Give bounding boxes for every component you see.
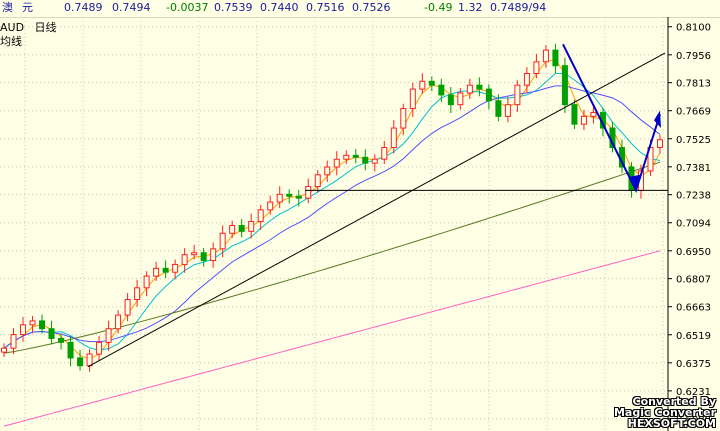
watermark-line-3: HEXSOFT.COM xyxy=(627,417,716,430)
candle-body xyxy=(153,267,160,277)
candle-body xyxy=(504,104,511,117)
candle-body xyxy=(124,298,131,316)
candle-body xyxy=(172,263,179,273)
candle-body xyxy=(390,127,397,149)
candle-body xyxy=(77,357,84,367)
candle-body xyxy=(67,341,74,359)
candle-body xyxy=(39,320,46,330)
candle-body xyxy=(400,108,407,129)
candle-body xyxy=(295,195,302,199)
candle-body xyxy=(552,49,559,67)
y-tick-label: 0.7956 xyxy=(676,51,711,62)
candle-body xyxy=(324,166,331,176)
candle-body xyxy=(210,248,217,262)
candle-body xyxy=(229,224,236,234)
y-tick-label: 0.7238 xyxy=(676,191,711,202)
y-tick-label: 0.6375 xyxy=(676,359,711,370)
ma-short-line xyxy=(3,58,661,360)
candle-body xyxy=(134,287,141,300)
candle-body xyxy=(1,347,7,353)
candle-body xyxy=(381,147,388,160)
candle-body xyxy=(105,328,112,343)
candle-body xyxy=(561,65,568,106)
candle-body xyxy=(48,328,55,339)
candle-body xyxy=(352,154,359,158)
candle-body xyxy=(10,334,17,349)
candle-body xyxy=(571,104,578,125)
y-tick-label: 0.6950 xyxy=(676,247,711,258)
candle-body xyxy=(200,252,207,262)
candle-body xyxy=(96,341,103,355)
y-tick-label: 0.6807 xyxy=(676,275,711,286)
candle-body xyxy=(409,88,416,110)
ma-long-line xyxy=(3,85,661,349)
candle-body xyxy=(495,100,502,117)
candle-body xyxy=(371,158,378,164)
y-tick-label: 0.7094 xyxy=(676,219,711,230)
trend-arrow xyxy=(562,43,661,194)
ma-mid-line xyxy=(3,72,661,351)
candle-body xyxy=(523,72,530,86)
candle-body xyxy=(238,224,245,232)
candle-body xyxy=(286,193,293,197)
candle-body xyxy=(657,139,663,149)
candle-body xyxy=(86,353,93,367)
candle-body xyxy=(428,80,435,86)
candle-body xyxy=(191,252,198,256)
candle-body xyxy=(267,201,274,211)
y-tick-label: 0.7525 xyxy=(676,135,711,146)
candle-body xyxy=(343,154,350,160)
candle-body xyxy=(276,193,283,203)
candle-body xyxy=(466,84,473,94)
candle-body xyxy=(181,254,188,265)
candle-body xyxy=(542,49,549,63)
candle-body xyxy=(476,84,483,90)
candle-body xyxy=(162,267,169,273)
candle-body xyxy=(514,84,521,106)
candle-body xyxy=(590,111,597,117)
ma-far-line xyxy=(3,250,661,427)
watermark: Converted By Magic Converter HEXSOFT.COM xyxy=(614,396,716,429)
candle-body xyxy=(438,84,445,96)
candle-body xyxy=(58,337,65,343)
y-tick-label: 0.7813 xyxy=(676,79,711,90)
candle-body xyxy=(485,88,492,102)
candle-body xyxy=(457,92,464,106)
candle-body xyxy=(20,324,27,336)
trend-line xyxy=(87,52,666,368)
candle-body xyxy=(580,115,587,125)
y-tick-label: 0.6519 xyxy=(676,331,711,342)
candle-body xyxy=(419,80,426,90)
candle-body xyxy=(362,156,369,164)
y-tick-label: 0.7669 xyxy=(676,107,711,118)
y-tick-label: 0.7381 xyxy=(676,163,711,174)
y-tick-label: 0.6663 xyxy=(676,303,711,314)
candle-body xyxy=(447,94,454,106)
candle-body xyxy=(257,209,264,223)
y-tick-label: 0.8100 xyxy=(676,23,711,34)
candle-body xyxy=(314,174,321,187)
candle-body xyxy=(333,158,340,168)
candle-body xyxy=(533,61,540,74)
price-chart[interactable]: 0.8100 0.7956 0.7813 0.7669 0.7525 0.7381 0.72… xyxy=(0,0,720,431)
candle-body xyxy=(305,185,312,199)
chart-window: 澳 元 0.7489 0.7494 -0.0037 0.7539 0.7440 … xyxy=(0,0,720,431)
candle-body xyxy=(115,314,122,330)
candle-body xyxy=(219,232,226,250)
candle-body xyxy=(29,320,36,326)
candle-body xyxy=(143,275,150,289)
candle-body xyxy=(248,221,255,232)
